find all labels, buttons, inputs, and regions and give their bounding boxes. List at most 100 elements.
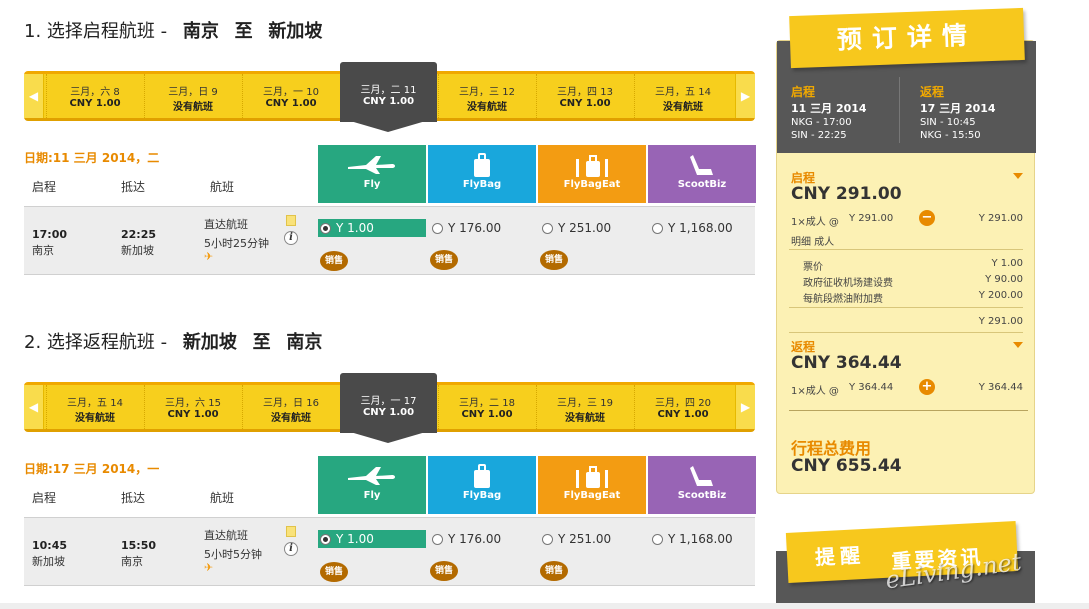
date-option[interactable]: 三月，日 16 没有航班 bbox=[242, 385, 339, 429]
prev-dates-button[interactable]: ◀ bbox=[24, 385, 44, 429]
fare-tab-scootbiz[interactable]: ScootBiz bbox=[648, 456, 756, 514]
bag-and-meal-icon bbox=[576, 155, 608, 177]
info-icon[interactable]: i bbox=[284, 231, 298, 245]
bottom-bar bbox=[0, 603, 1089, 609]
flight-type: 直达航班 bbox=[204, 218, 248, 231]
radio[interactable] bbox=[652, 222, 663, 234]
date-option[interactable]: 三月，四 20 CNY 1.00 bbox=[634, 385, 731, 429]
ret-section-total: CNY 364.44 bbox=[791, 353, 902, 373]
radio[interactable] bbox=[652, 533, 663, 545]
booking-details-panel: 启程 11 三月 2014 NKG - 17:00 SIN - 22:25 返程… bbox=[776, 40, 1036, 494]
out-detail-label: 明细 成人 bbox=[791, 237, 835, 248]
date-option[interactable]: 三月，日 9 没有航班 bbox=[144, 74, 241, 118]
fare-tab-flybag[interactable]: FlyBag bbox=[428, 145, 536, 203]
plane-icon: ✈ bbox=[204, 561, 214, 574]
outbound-title: 1. 选择启程航班 - 南京 至 新加坡 bbox=[24, 21, 323, 42]
luggage-icon bbox=[474, 153, 490, 177]
fare-option-flybageat[interactable]: Y 251.00 bbox=[542, 219, 611, 237]
fare-option-scootbiz[interactable]: Y 1,168.00 bbox=[652, 530, 733, 548]
sale-badge: 销售 bbox=[540, 561, 568, 581]
note-icon[interactable] bbox=[286, 215, 296, 226]
fare-option-flybag[interactable]: Y 176.00 bbox=[432, 219, 501, 237]
chevron-down-icon[interactable] bbox=[1013, 173, 1023, 179]
info-icon[interactable]: i bbox=[284, 542, 298, 556]
fare-option-flybageat[interactable]: Y 251.00 bbox=[542, 530, 611, 548]
sale-badge: 销售 bbox=[430, 561, 458, 581]
date-option[interactable]: 三月，六 15 CNY 1.00 bbox=[144, 385, 241, 429]
depart-city: 南京 bbox=[32, 244, 54, 257]
fare-option-fly[interactable]: Y 1.00 bbox=[318, 530, 426, 548]
depart-time: 17:00 bbox=[32, 228, 68, 241]
outbound-date-bar: ◀ 三月，六 8 CNY 1.00 三月，日 9 没有航班 三月，一 10 CNY 1… bbox=[24, 62, 755, 122]
divider bbox=[789, 307, 1023, 308]
fare-tab-fly[interactable]: Fly bbox=[318, 145, 426, 203]
fare-tab-scootbiz[interactable]: ScootBiz bbox=[648, 145, 756, 203]
chevron-left-icon: ◀ bbox=[28, 400, 39, 414]
outbound-flight-row: 17:00 南京 22:25 新加坡 直达航班 5小时25分钟 ✈ i Y 1.… bbox=[24, 206, 755, 275]
arrive-city: 南京 bbox=[121, 555, 143, 568]
outbound-date-label: 日期:11 三月 2014，二 bbox=[24, 151, 160, 165]
date-option[interactable]: 三月，五 14 没有航班 bbox=[634, 74, 731, 118]
arrive-time: 22:25 bbox=[121, 228, 157, 241]
fare-option-scootbiz[interactable]: Y 1,168.00 bbox=[652, 219, 733, 237]
return-date-bar: ◀ 三月，五 14 没有航班 三月，六 15 CNY 1.00 三月，日 16 没有航… bbox=[24, 373, 755, 433]
column-flight: 航班 bbox=[210, 180, 235, 194]
radio[interactable] bbox=[542, 533, 553, 545]
ret-pax-total: Y 364.44 bbox=[978, 382, 1023, 393]
fare-tab-flybageat[interactable]: FlyBagEat bbox=[538, 456, 646, 514]
date-option-selected[interactable]: 三月，一 17 CNY 1.00 bbox=[340, 373, 437, 433]
chevron-down-icon[interactable] bbox=[1013, 342, 1023, 348]
note-icon[interactable] bbox=[286, 526, 296, 537]
next-dates-button[interactable]: ▶ bbox=[735, 385, 755, 429]
fare-tab-flybageat[interactable]: FlyBagEat bbox=[538, 145, 646, 203]
fare-tab-fly[interactable]: Fly bbox=[318, 456, 426, 514]
fare-tab-flybag[interactable]: FlyBag bbox=[428, 456, 536, 514]
divider bbox=[789, 249, 1023, 250]
selected-date-pointer bbox=[340, 429, 436, 443]
return-date-label: 日期:17 三月 2014，一 bbox=[24, 462, 160, 476]
radio[interactable] bbox=[542, 222, 553, 234]
next-dates-button[interactable]: ▶ bbox=[735, 74, 755, 118]
radio[interactable] bbox=[432, 222, 443, 234]
ret-pax-label: 1×成人 @ bbox=[791, 386, 839, 397]
airplane-icon bbox=[348, 156, 395, 174]
ret-pax-price: Y 364.44 bbox=[849, 382, 894, 393]
sale-badge: 销售 bbox=[430, 250, 458, 270]
summary-return: 返程 17 三月 2014 SIN - 10:45 NKG - 15:50 bbox=[920, 85, 996, 141]
fare-option-flybag[interactable]: Y 176.00 bbox=[432, 530, 501, 548]
chevron-right-icon: ▶ bbox=[740, 89, 751, 103]
seat-icon bbox=[690, 155, 713, 175]
prev-dates-button[interactable]: ◀ bbox=[24, 74, 44, 118]
flight-duration: 5小时5分钟 bbox=[204, 548, 262, 561]
plus-icon[interactable]: + bbox=[919, 379, 935, 395]
divider bbox=[789, 410, 1028, 411]
column-flight: 航班 bbox=[210, 491, 235, 505]
radio-selected[interactable] bbox=[320, 533, 331, 545]
date-option[interactable]: 三月，三 19 没有航班 bbox=[536, 385, 633, 429]
seat-icon bbox=[690, 466, 713, 486]
date-option[interactable]: 三月，三 12 没有航班 bbox=[438, 74, 535, 118]
fee-item-name: 每航段燃油附加费 bbox=[803, 294, 883, 305]
fare-option-fly[interactable]: Y 1.00 bbox=[318, 219, 426, 237]
radio-selected[interactable] bbox=[320, 222, 331, 234]
date-option[interactable]: 三月，五 14 没有航班 bbox=[46, 385, 143, 429]
chevron-left-icon: ◀ bbox=[28, 89, 39, 103]
chevron-right-icon: ▶ bbox=[740, 400, 751, 414]
out-subtotal: Y 291.00 bbox=[978, 316, 1023, 327]
bag-and-meal-icon bbox=[576, 466, 608, 488]
airplane-icon bbox=[348, 467, 395, 485]
fee-item-value: Y 1.00 bbox=[991, 258, 1023, 269]
out-section-total: CNY 291.00 bbox=[791, 184, 902, 204]
selected-date-pointer bbox=[340, 118, 436, 132]
date-option[interactable]: 三月，一 10 CNY 1.00 bbox=[242, 74, 339, 118]
date-option[interactable]: 三月，二 18 CNY 1.00 bbox=[438, 385, 535, 429]
return-title: 2. 选择返程航班 - 新加坡 至 南京 bbox=[24, 332, 323, 353]
depart-city: 新加坡 bbox=[32, 555, 65, 568]
minus-icon[interactable]: − bbox=[919, 210, 935, 226]
date-option[interactable]: 三月，六 8 CNY 1.00 bbox=[46, 74, 143, 118]
sale-badge: 销售 bbox=[320, 251, 348, 271]
date-option[interactable]: 三月，四 13 CNY 1.00 bbox=[536, 74, 633, 118]
radio[interactable] bbox=[432, 533, 443, 545]
column-arrive: 抵达 bbox=[121, 491, 146, 505]
date-option-selected[interactable]: 三月，二 11 CNY 1.00 bbox=[340, 62, 437, 122]
